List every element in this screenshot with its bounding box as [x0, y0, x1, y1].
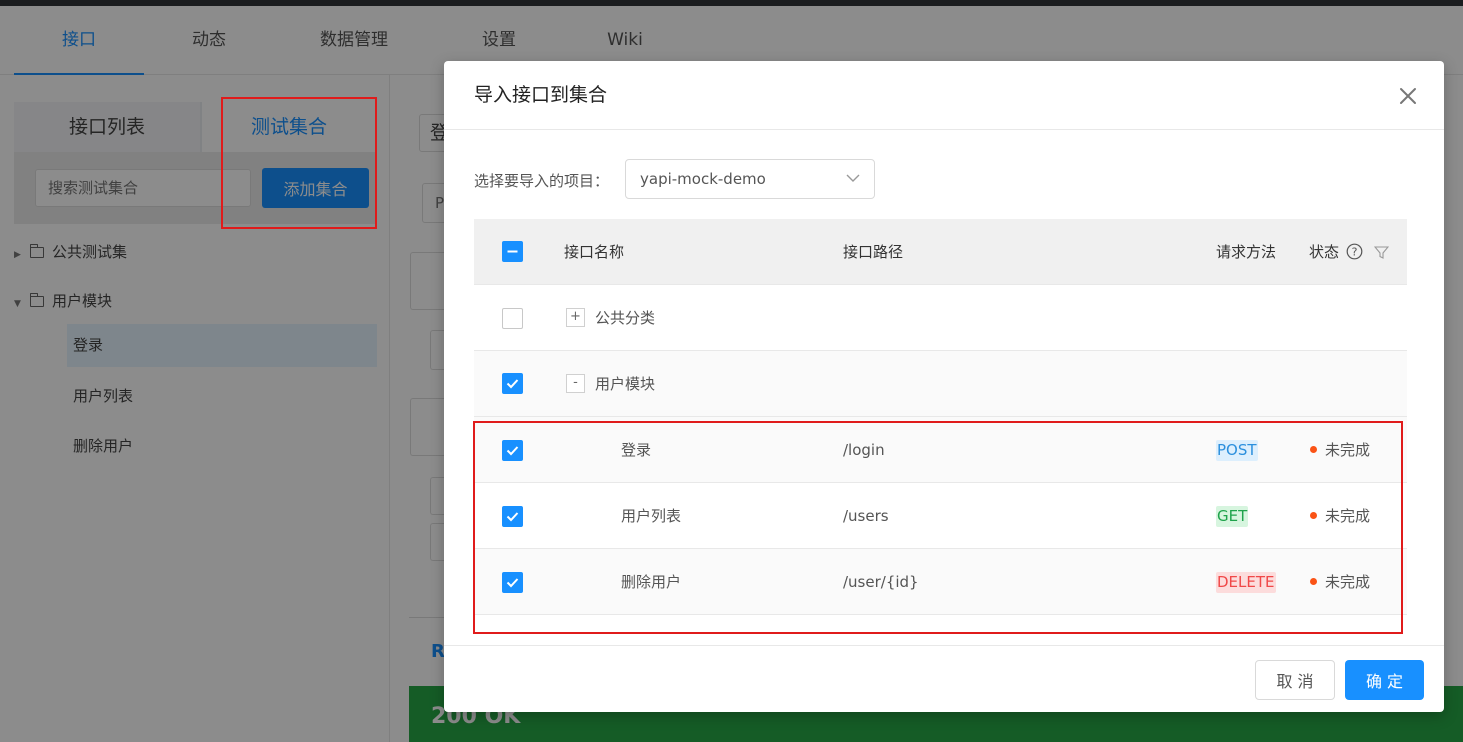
- chevron-down-icon: [846, 174, 860, 182]
- confirm-button[interactable]: 确 定: [1345, 660, 1424, 700]
- api-name: 登录: [621, 441, 652, 459]
- api-path: /users: [843, 507, 889, 525]
- project-select[interactable]: yapi-mock-demo: [625, 159, 875, 199]
- cancel-button[interactable]: 取 消: [1255, 660, 1335, 700]
- checkmark-icon: [506, 512, 519, 522]
- category-name: 公共分类: [595, 309, 656, 327]
- api-name: 删除用户: [621, 573, 682, 591]
- api-status: 未完成: [1310, 483, 1370, 549]
- table-row-category-user[interactable]: - 用户模块: [474, 351, 1407, 417]
- api-status: 未完成: [1310, 417, 1370, 483]
- api-status: 未完成: [1310, 549, 1370, 615]
- checkmark-icon: [506, 379, 519, 389]
- filter-icon[interactable]: [1374, 245, 1389, 260]
- method-badge: POST: [1216, 440, 1258, 461]
- question-circle-icon[interactable]: ?: [1346, 243, 1363, 260]
- table-row-api-login[interactable]: 登录 /login POST 未完成: [474, 417, 1407, 483]
- method-badge: GET: [1216, 506, 1249, 527]
- api-status-text: 未完成: [1325, 441, 1371, 459]
- row-checkbox[interactable]: [502, 572, 523, 593]
- category-name: 用户模块: [595, 375, 656, 393]
- table-row-api-user-list[interactable]: 用户列表 /users GET 未完成: [474, 483, 1407, 549]
- import-to-collection-modal: 导入接口到集合 选择要导入的项目： yapi-mock-demo 接口名称 接口…: [444, 61, 1444, 712]
- modal-title: 导入接口到集合: [474, 84, 608, 106]
- close-icon[interactable]: [1395, 83, 1421, 109]
- row-checkbox[interactable]: [502, 308, 523, 329]
- svg-text:?: ?: [1352, 246, 1358, 259]
- select-all-checkbox[interactable]: [502, 241, 523, 262]
- table-header: 接口名称 接口路径 请求方法 状态 ?: [474, 219, 1407, 285]
- status-dot-icon: [1310, 578, 1317, 585]
- api-name: 用户列表: [621, 507, 682, 525]
- api-status-text: 未完成: [1325, 507, 1371, 525]
- column-header-path: 接口路径: [843, 243, 904, 261]
- column-header-status: 状态: [1309, 243, 1340, 261]
- table-row-api-delete-user[interactable]: 删除用户 /user/{id} DELETE 未完成: [474, 549, 1407, 615]
- status-dot-icon: [1310, 512, 1317, 519]
- row-checkbox[interactable]: [502, 373, 523, 394]
- checkmark-icon: [506, 446, 519, 456]
- project-select-label: 选择要导入的项目：: [474, 172, 610, 190]
- api-path: /user/{id}: [843, 573, 919, 591]
- table-row-category-public[interactable]: + 公共分类: [474, 285, 1407, 351]
- api-path: /login: [843, 441, 885, 459]
- modal-header: 导入接口到集合: [444, 61, 1444, 130]
- collapse-minus-icon[interactable]: -: [566, 374, 585, 393]
- project-select-value: yapi-mock-demo: [640, 170, 766, 188]
- column-header-method: 请求方法: [1216, 243, 1277, 261]
- minus-icon: [507, 250, 518, 253]
- api-status-text: 未完成: [1325, 573, 1371, 591]
- status-dot-icon: [1310, 446, 1317, 453]
- row-checkbox[interactable]: [502, 506, 523, 527]
- column-header-name: 接口名称: [564, 243, 625, 261]
- checkmark-icon: [506, 578, 519, 588]
- method-badge: DELETE: [1216, 572, 1276, 593]
- expand-plus-icon[interactable]: +: [566, 308, 585, 327]
- modal-footer: 取 消 确 定: [444, 645, 1444, 712]
- row-checkbox[interactable]: [502, 440, 523, 461]
